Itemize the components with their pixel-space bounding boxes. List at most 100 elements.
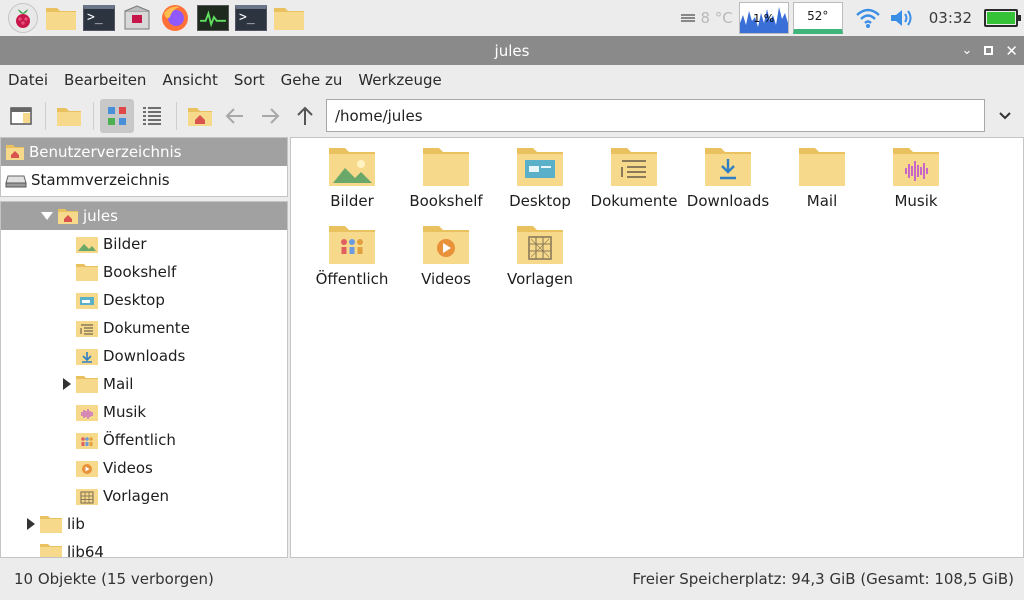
task-manager-launcher[interactable] — [194, 0, 232, 36]
tree-node-videos[interactable]: Videos — [1, 454, 287, 482]
file-item-oeffentlich[interactable]: Öffentlich — [305, 224, 399, 302]
menu-werkzeuge[interactable]: Werkzeuge — [350, 71, 449, 89]
tree-node-bilder[interactable]: Bilder — [1, 230, 287, 258]
menu-datei[interactable]: Datei — [0, 71, 56, 89]
tree-node-downloads[interactable]: Downloads — [1, 342, 287, 370]
battery-icon[interactable] — [984, 9, 1021, 27]
folder-icon — [40, 516, 62, 533]
weather-widget[interactable]: 8 °C — [680, 9, 733, 27]
minimize-button[interactable]: ⌄ — [962, 43, 973, 58]
tree-node-vorlagen[interactable]: Vorlagen — [1, 482, 287, 510]
file-item-vorlagen[interactable]: Vorlagen — [493, 224, 587, 302]
cpu-usage-graph[interactable]: 1 % — [738, 2, 789, 34]
place-label: Benutzerverzeichnis — [29, 143, 182, 161]
place-label: Stammverzeichnis — [31, 171, 170, 189]
file-item-mail[interactable]: Mail — [775, 146, 869, 224]
list-view-button[interactable] — [135, 99, 169, 133]
home-folder-icon — [188, 108, 212, 126]
up-button[interactable] — [288, 99, 322, 133]
wifi-icon — [855, 8, 880, 28]
expander-closed-icon[interactable] — [25, 518, 37, 530]
clock[interactable]: 03:32 — [929, 9, 972, 27]
volume-button[interactable] — [885, 0, 919, 36]
home-button[interactable] — [183, 99, 217, 133]
file-item-videos[interactable]: Videos — [399, 224, 493, 302]
menu-ansicht[interactable]: Ansicht — [154, 71, 225, 89]
firefox-launcher[interactable] — [156, 0, 194, 36]
new-folder-button[interactable] — [52, 99, 86, 133]
file-item-musik[interactable]: Musik — [869, 146, 963, 224]
tree-node-label: Bookshelf — [103, 263, 177, 281]
folder-window-button[interactable] — [270, 0, 308, 36]
file-label: Öffentlich — [315, 270, 389, 288]
file-label: Desktop — [509, 192, 571, 210]
menu-bearbeiten[interactable]: Bearbeiten — [56, 71, 154, 89]
file-item-desktop[interactable]: Desktop — [493, 146, 587, 224]
places-pane: Benutzerverzeichnis Stammverzeichnis — [0, 137, 288, 197]
file-label: Mail — [806, 192, 838, 210]
fog-icon — [681, 14, 696, 22]
videos-folder-icon — [76, 461, 98, 477]
package-icon — [124, 5, 150, 30]
file-item-downloads[interactable]: Downloads — [681, 146, 775, 224]
forward-button[interactable] — [253, 99, 287, 133]
expander-open-icon[interactable] — [41, 210, 53, 222]
file-label: Vorlagen — [506, 270, 574, 288]
cpu-usage-label: 1 % — [753, 12, 775, 25]
tree-node-label: Öffentlich — [103, 431, 176, 449]
file-item-bookshelf[interactable]: Bookshelf — [399, 146, 493, 224]
terminal-launcher-2[interactable]: >_ — [232, 0, 270, 36]
path-history-dropdown[interactable] — [990, 99, 1020, 132]
desktop-folder-icon — [517, 148, 563, 186]
file-label: Bookshelf — [409, 192, 483, 210]
expander-closed-icon[interactable] — [61, 378, 73, 390]
tree-node-oeffentlich[interactable]: Öffentlich — [1, 426, 287, 454]
terminal-launcher[interactable]: >_ — [80, 0, 118, 36]
tree-node-label: Bilder — [103, 235, 147, 253]
arrow-up-icon — [297, 106, 313, 125]
place-root[interactable]: Stammverzeichnis — [1, 166, 287, 194]
window-title: jules — [494, 41, 530, 60]
window-titlebar[interactable]: jules ⌄ ✕ — [0, 36, 1024, 65]
wifi-button[interactable] — [851, 0, 885, 36]
templates-folder-icon — [517, 226, 563, 264]
package-launcher[interactable] — [118, 0, 156, 36]
status-item-count: 10 Objekte (15 verborgen) — [14, 570, 214, 588]
place-home[interactable]: Benutzerverzeichnis — [1, 138, 287, 166]
tree-node-lib[interactable]: lib — [1, 510, 287, 538]
chevron-down-icon — [999, 111, 1011, 119]
menu-gehe-zu[interactable]: Gehe zu — [273, 71, 351, 89]
file-view[interactable]: Bilder Bookshelf Desktop Dokumente Downl… — [290, 137, 1024, 558]
file-item-dokumente[interactable]: Dokumente — [587, 146, 681, 224]
tree-node-lib64[interactable]: lib64 — [1, 538, 287, 557]
templates-folder-icon — [76, 489, 98, 505]
videos-folder-icon — [423, 226, 469, 264]
tree-node-bookshelf[interactable]: Bookshelf — [1, 258, 287, 286]
new-window-button[interactable] — [4, 99, 38, 133]
folder-icon — [423, 148, 469, 186]
maximize-button[interactable] — [984, 46, 994, 55]
close-button[interactable]: ✕ — [1005, 42, 1018, 60]
back-button[interactable] — [218, 99, 252, 133]
tree-node-jules[interactable]: jules — [1, 202, 287, 230]
tree-node-musik[interactable]: Musik — [1, 398, 287, 426]
tree-node-dokumente[interactable]: Dokumente — [1, 314, 287, 342]
cpu-temperature[interactable]: 52° — [792, 2, 843, 34]
path-input[interactable] — [326, 99, 985, 132]
folder-icon — [40, 544, 62, 557]
tree-node-mail[interactable]: Mail — [1, 370, 287, 398]
tree-node-desktop[interactable]: Desktop — [1, 286, 287, 314]
file-manager-launcher[interactable] — [42, 0, 80, 36]
directory-tree: jules Bilder Bookshelf Desktop Dokumente… — [0, 201, 288, 558]
file-item-bilder[interactable]: Bilder — [305, 146, 399, 224]
desktop-folder-icon — [76, 293, 98, 309]
tree-node-label: Vorlagen — [103, 487, 170, 505]
status-free-space: Freier Speicherplatz: 94,3 GiB (Gesamt: … — [632, 570, 1014, 588]
icon-view-button[interactable] — [100, 99, 134, 133]
menu-sort[interactable]: Sort — [226, 71, 273, 89]
raspberry-menu-button[interactable] — [4, 0, 42, 36]
public-folder-icon — [76, 433, 98, 449]
downloads-folder-icon — [76, 349, 98, 365]
folder-icon — [76, 264, 98, 281]
file-label: Dokumente — [590, 192, 678, 210]
